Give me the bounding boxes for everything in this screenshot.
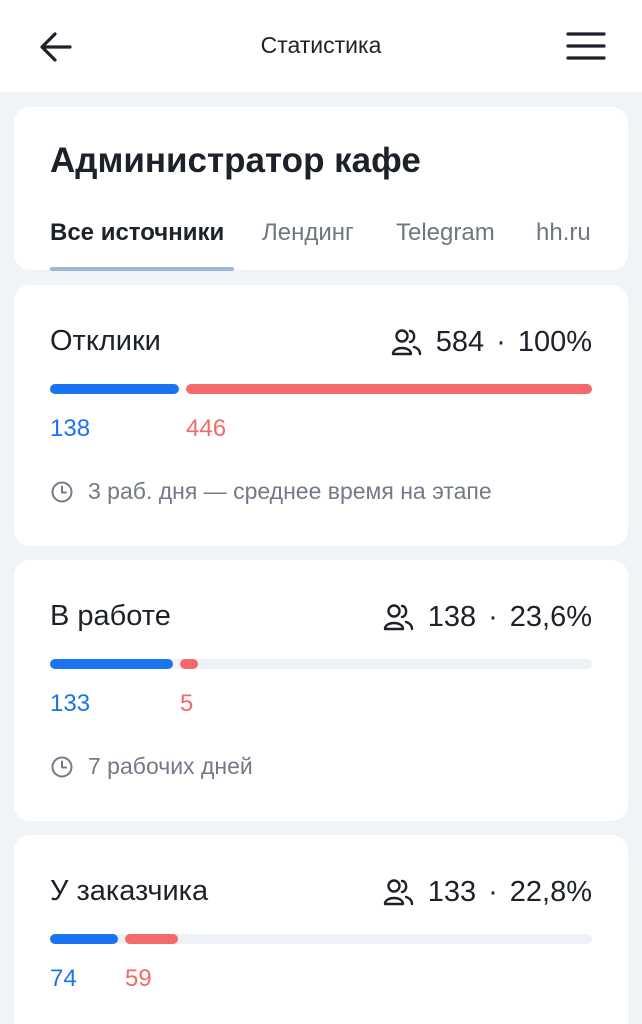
clock-icon — [51, 481, 73, 502]
tab-telegram[interactable]: Telegram — [396, 219, 495, 247]
stage-card-at-client[interactable]: У заказчика 133 · 22,8% 74 59 — [14, 835, 628, 1024]
active-tab-indicator — [50, 267, 234, 271]
red-segment-bar — [180, 659, 198, 669]
blue-segment-value: 133 — [50, 690, 91, 717]
tab-all-sources[interactable]: Все источники — [50, 219, 224, 247]
page-title: Статистика — [260, 32, 382, 58]
blue-segment-bar — [50, 659, 173, 669]
stage-card-responses[interactable]: Отклики 584 · 100% 138 446 3 раб. дня — … — [14, 285, 628, 546]
stage-time-text: 3 раб. дня — среднее время на этапе — [88, 478, 492, 504]
stage-title: Отклики — [50, 325, 161, 357]
stage-percent: 100% — [517, 325, 592, 358]
red-segment-bar — [186, 384, 592, 394]
separator-dot: · — [488, 600, 498, 633]
vacancy-header-card: Администратор кафе Все источники Лендинг… — [14, 107, 628, 271]
people-icon — [383, 879, 413, 906]
stage-title: У заказчика — [50, 875, 209, 907]
red-segment-value: 5 — [180, 690, 194, 717]
stage-count: 133 — [427, 875, 477, 908]
vacancy-title: Администратор кафе — [50, 141, 421, 180]
red-segment-value: 446 — [186, 415, 227, 442]
stage-time-text: 7 рабочих дней — [88, 753, 253, 779]
blue-segment-bar — [50, 384, 179, 394]
stage-time-row: 7 рабочих дней — [50, 753, 253, 780]
hamburger-menu-icon — [566, 32, 606, 60]
stage-count: 584 — [435, 325, 485, 358]
people-icon — [391, 329, 421, 356]
stage-title: В работе — [50, 600, 171, 632]
top-bar: Статистика — [0, 0, 642, 92]
tab-landing[interactable]: Лендинг — [262, 219, 354, 247]
separator-dot: · — [488, 875, 498, 908]
tab-hh-ru[interactable]: hh.ru — [536, 219, 591, 247]
red-segment-bar — [125, 934, 178, 944]
stage-card-in-progress[interactable]: В работе 138 · 23,6% 133 5 7 рабочих дне… — [14, 560, 628, 821]
separator-dot: · — [496, 325, 506, 358]
stage-percent: 23,6% — [509, 600, 592, 633]
blue-segment-bar — [50, 934, 118, 944]
stage-stats: 584 · 100% — [390, 323, 592, 361]
blue-segment-value: 138 — [50, 415, 91, 442]
stage-percent: 22,8% — [509, 875, 592, 908]
stage-stats: 133 · 22,8% — [382, 873, 592, 911]
red-segment-value: 59 — [125, 965, 152, 992]
menu-button[interactable] — [562, 26, 610, 66]
clock-icon — [51, 756, 73, 777]
stage-time-row: 3 раб. дня — среднее время на этапе — [50, 478, 492, 505]
stage-count: 138 — [427, 600, 477, 633]
blue-segment-value: 74 — [50, 965, 77, 992]
people-icon — [383, 604, 413, 631]
stage-stats: 138 · 23,6% — [382, 598, 592, 636]
